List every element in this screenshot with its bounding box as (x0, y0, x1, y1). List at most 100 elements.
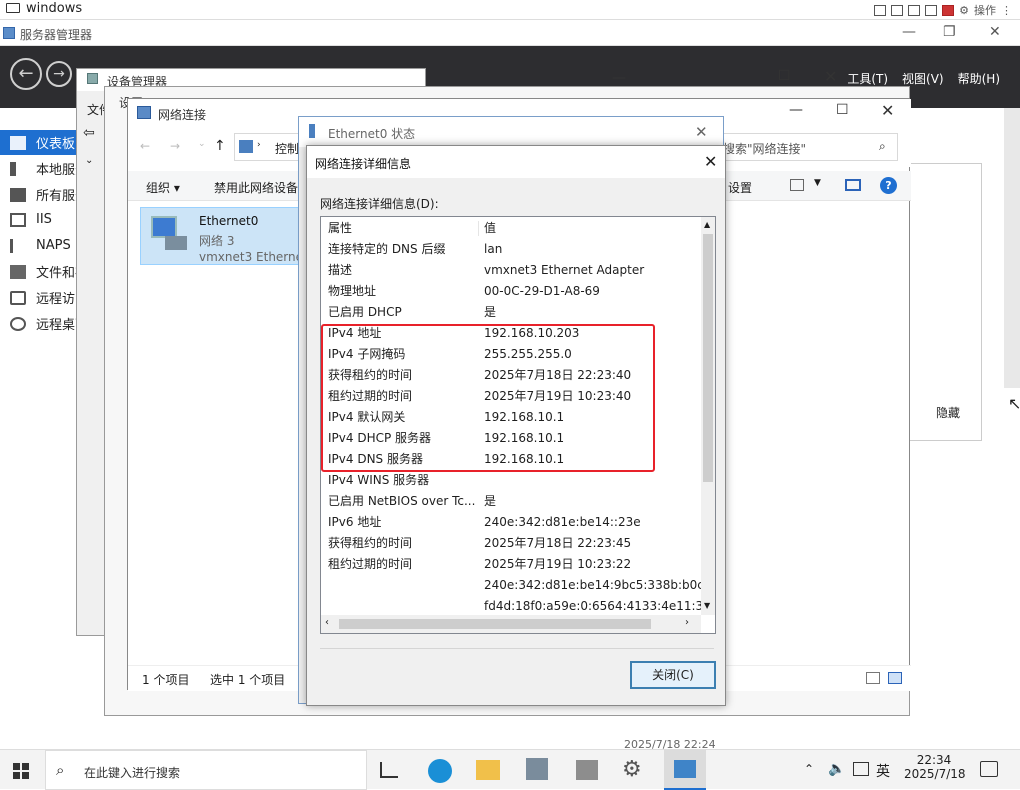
fit-icon[interactable] (874, 4, 887, 16)
address-chevron-icon: › (257, 140, 261, 150)
nav-up-icon[interactable]: ↑ (214, 138, 226, 154)
menu-help[interactable]: 帮助(H) (958, 70, 1000, 87)
detail-row[interactable]: 连接特定的 DNS 后缀 lan (321, 239, 701, 260)
server-icon (10, 161, 16, 176)
taskbar-clock[interactable]: 22:34 2025/7/18 (904, 753, 966, 781)
help-icon[interactable]: ? (880, 177, 897, 194)
nav-remote-desktop[interactable]: 远程桌面服务 (0, 311, 78, 336)
menu-view[interactable]: 视图(V) (902, 70, 944, 87)
netconn-close-button[interactable]: ✕ (881, 101, 894, 120)
details-label: 网络连接详细信息(D): (320, 197, 439, 211)
details-view-icon[interactable] (866, 672, 880, 684)
detail-row[interactable]: fd4d:18f0:a59e:0:6564:4133:4e11:358 (321, 596, 701, 617)
expand-icon[interactable]: ⌄ (85, 155, 93, 166)
scroll-right-icon[interactable]: › (685, 617, 689, 628)
more-icon[interactable]: ⋮ (1001, 4, 1012, 17)
nav-naps[interactable]: NAPS (0, 233, 78, 258)
view-options-icon[interactable] (790, 179, 804, 191)
ethernet-status-close-button[interactable]: ✕ (695, 123, 708, 141)
devmgr-close-button[interactable]: ✕ (824, 67, 837, 86)
details-close-icon[interactable]: ✕ (704, 152, 717, 171)
ime-indicator[interactable]: 英 (876, 761, 890, 781)
nav-file-storage[interactable]: 文件和存储服务 (0, 259, 78, 284)
ops-label[interactable]: 操作 (974, 2, 996, 18)
close-button[interactable]: ✕ (989, 24, 1001, 40)
taskbar-search-box[interactable]: ⌕ 在此键入进行搜索 (45, 750, 367, 790)
scroll-left-icon[interactable]: ‹ (325, 617, 329, 628)
network-status-icon[interactable] (853, 762, 869, 776)
header-property[interactable]: 属性 (328, 218, 478, 239)
detail-row[interactable]: 已启用 DHCP 是 (321, 302, 701, 323)
network-tool-icon[interactable] (576, 760, 598, 780)
view-dropdown-icon[interactable]: ▼ (814, 178, 821, 188)
monitor-small-icon[interactable] (908, 4, 921, 16)
volume-muted-icon[interactable]: 🔈 (828, 761, 845, 777)
scroll-up-icon[interactable]: ▲ (704, 220, 710, 229)
vertical-scrollbar[interactable]: ▲ ▼ (701, 217, 715, 615)
nav-back-icon[interactable]: ← (140, 139, 150, 153)
nav-iis[interactable]: IIS (0, 207, 78, 232)
adapter-network: 网络 3 (199, 234, 235, 248)
notification-icon[interactable] (980, 761, 998, 777)
scroll-down-icon[interactable]: ▼ (704, 601, 710, 610)
settings-taskbar-icon[interactable]: ⚙ (622, 757, 642, 782)
window-icon[interactable] (891, 4, 904, 16)
search-box[interactable]: 搜索"网络连接" ⌕ (718, 133, 898, 161)
vertical-thumb[interactable] (703, 234, 713, 482)
detail-row[interactable]: 物理地址 00-0C-29-D1-A8-69 (321, 281, 701, 302)
divider (320, 648, 714, 649)
server-manager-menu: 工具(T) 视图(V) 帮助(H) (847, 70, 1000, 87)
preview-pane-icon[interactable] (845, 179, 861, 191)
address-field[interactable]: › 控制 (234, 133, 304, 161)
detail-row[interactable]: 描述 vmxnet3 Ethernet Adapter (321, 260, 701, 281)
tiles-view-icon[interactable] (888, 672, 902, 684)
file-explorer-icon[interactable] (476, 760, 500, 780)
netconn-minimize-button[interactable]: — (789, 102, 803, 118)
detail-row[interactable]: 已启用 NetBIOS over Tc... 是 (321, 491, 701, 512)
detail-property: 物理地址 (328, 284, 377, 298)
netconn-maximize-button[interactable]: ☐ (836, 102, 849, 118)
back-button[interactable]: ← (10, 58, 42, 90)
devmgr-minimize-button[interactable]: — (612, 70, 626, 86)
minimize-button[interactable]: — (902, 24, 916, 40)
detail-row[interactable]: IPv6 地址 240e:342:d81e:be14::23e (321, 512, 701, 533)
detail-value: fd4d:18f0:a59e:0:6564:4133:4e11:358 (484, 599, 701, 613)
nav-dashboard[interactable]: 仪表板 (0, 130, 78, 155)
hide-link[interactable]: 隐藏 (936, 404, 960, 421)
horizontal-thumb[interactable] (339, 619, 651, 629)
netconn-taskbar-button[interactable] (664, 750, 706, 790)
gear-icon[interactable]: ⚙ (959, 4, 969, 17)
disable-device-button[interactable]: 禁用此网络设备 (214, 179, 298, 196)
organize-button[interactable]: 组织 ▾ (146, 179, 180, 196)
network-adapter-icon (147, 214, 191, 254)
detail-row[interactable]: 240e:342:d81e:be14:9bc5:338b:b0cc: (321, 575, 701, 596)
clock-date: 2025/7/18 (904, 767, 966, 781)
tray-chevron-icon[interactable]: ⌃ (804, 762, 814, 776)
nav-dropdown-icon[interactable]: ⌄ (198, 139, 206, 149)
header-value[interactable]: 值 (484, 218, 701, 239)
maximize-button[interactable]: ❐ (943, 24, 956, 40)
nav-local-server[interactable]: 本地服务器 (0, 156, 78, 181)
flag-icon[interactable] (942, 4, 955, 16)
detail-row[interactable]: IPv4 WINS 服务器 (321, 470, 701, 491)
settings-button[interactable]: 设置 (728, 179, 752, 196)
devmgr-maximize-button[interactable]: ☐ (778, 68, 791, 84)
nav-all-servers[interactable]: 所有服务器 (0, 182, 78, 207)
keyboard-icon[interactable] (925, 4, 938, 16)
horizontal-scrollbar[interactable]: ‹ › (321, 615, 701, 633)
edge-icon[interactable] (428, 759, 452, 783)
nav-forward-icon[interactable]: → (170, 139, 180, 153)
storage-icon (10, 264, 26, 279)
detail-row[interactable]: 租约过期的时间 2025年7月19日 10:23:22 (321, 554, 701, 575)
task-view-icon[interactable] (380, 762, 398, 778)
server-manager-taskbar-icon[interactable] (526, 758, 548, 780)
forward-button[interactable]: → (46, 61, 72, 87)
start-button[interactable] (13, 763, 29, 779)
menu-tools[interactable]: 工具(T) (847, 70, 888, 87)
adapter-item[interactable]: Ethernet0 网络 3 vmxnet3 Ethernet (140, 207, 308, 265)
detail-row[interactable]: 获得租约的时间 2025年7月18日 22:23:45 (321, 533, 701, 554)
device-manager-back-icon[interactable]: ⇦ (83, 125, 95, 141)
nav-remote-access[interactable]: 远程访问 (0, 285, 78, 310)
close-dialog-button[interactable]: 关闭(C) (630, 661, 716, 689)
dashboard-scrollbar[interactable] (1004, 108, 1020, 388)
